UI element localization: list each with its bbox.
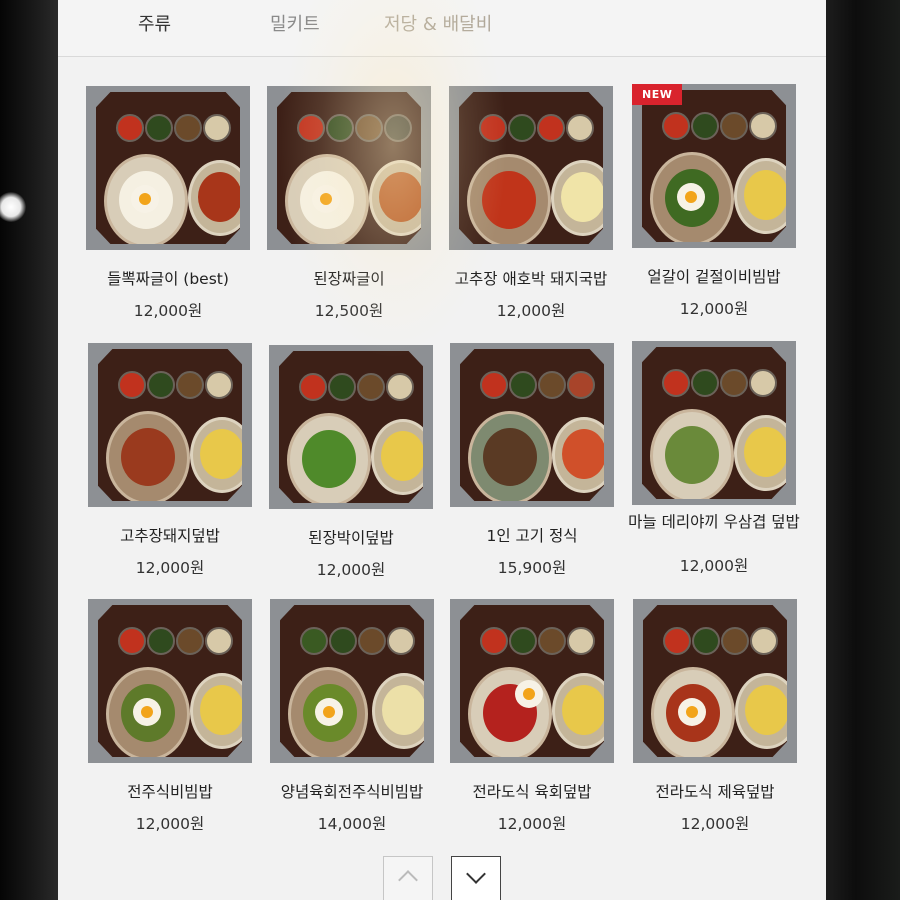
menu-photo xyxy=(450,599,614,763)
menu-name: 얼갈이 겉절이비빔밥 xyxy=(647,268,781,286)
menu-name: 전주식비빔밥 xyxy=(127,783,213,801)
menu-price: 14,000원 xyxy=(317,815,387,833)
menu-price: 12,000원 xyxy=(680,815,750,833)
menu-name: 된장박이덮밥 xyxy=(308,529,394,547)
menu-photo xyxy=(632,341,796,505)
left-bezel xyxy=(0,0,58,900)
menu-photo xyxy=(270,599,434,763)
menu-name: 고추장돼지덮밥 xyxy=(120,527,220,545)
menu-photo: NEW xyxy=(632,84,796,248)
menu-name: 마늘 데리야끼 우삼겹 덮밥 xyxy=(628,513,800,531)
new-badge: NEW xyxy=(632,84,683,105)
tab-low-sugar-delivery[interactable]: 저당 & 배달비 xyxy=(384,10,492,36)
menu-photo xyxy=(88,343,252,507)
chevron-down-icon xyxy=(466,864,486,884)
menu-price: 12,000원 xyxy=(133,302,203,320)
menu-name: 전라도식 육회덮밥 xyxy=(472,783,592,801)
right-bezel xyxy=(826,0,900,900)
tab-liquor[interactable]: 주류 xyxy=(138,10,171,36)
menu-price: 12,000원 xyxy=(497,815,567,833)
kiosk-screen: 주류 밀키트 저당 & 배달비 들뽁짜글이 (best) 12,000원 된장짜… xyxy=(58,0,826,900)
menu-price: 12,000원 xyxy=(135,815,205,833)
menu-photo xyxy=(267,86,431,250)
menu-name: 된장짜글이 xyxy=(313,270,385,288)
menu-price: 12,000원 xyxy=(679,300,749,318)
page-down-button[interactable] xyxy=(451,856,501,900)
menu-photo xyxy=(450,343,614,507)
page-up-button[interactable] xyxy=(383,856,433,900)
menu-photo xyxy=(269,345,433,509)
camera-glare xyxy=(0,192,26,222)
menu-price: 12,000원 xyxy=(679,557,749,575)
menu-price: 15,900원 xyxy=(497,559,567,577)
menu-name: 전라도식 제육덮밥 xyxy=(655,783,775,801)
menu-photo xyxy=(633,599,797,763)
chevron-up-icon xyxy=(398,870,418,890)
menu-photo xyxy=(86,86,250,250)
menu-price: 12,500원 xyxy=(314,302,384,320)
category-tabs: 주류 밀키트 저당 & 배달비 xyxy=(58,0,826,57)
menu-price: 12,000원 xyxy=(316,561,386,579)
tab-meal-kit[interactable]: 밀키트 xyxy=(270,10,320,36)
menu-name: 1인 고기 정식 xyxy=(486,527,578,545)
menu-photo xyxy=(449,86,613,250)
menu-photo xyxy=(88,599,252,763)
menu-name: 양념육회전주식비빔밥 xyxy=(280,783,424,801)
menu-price: 12,000원 xyxy=(135,559,205,577)
menu-name: 고추장 애호박 돼지국밥 xyxy=(454,270,608,288)
menu-name: 들뽁짜글이 (best) xyxy=(107,270,229,288)
menu-price: 12,000원 xyxy=(496,302,566,320)
